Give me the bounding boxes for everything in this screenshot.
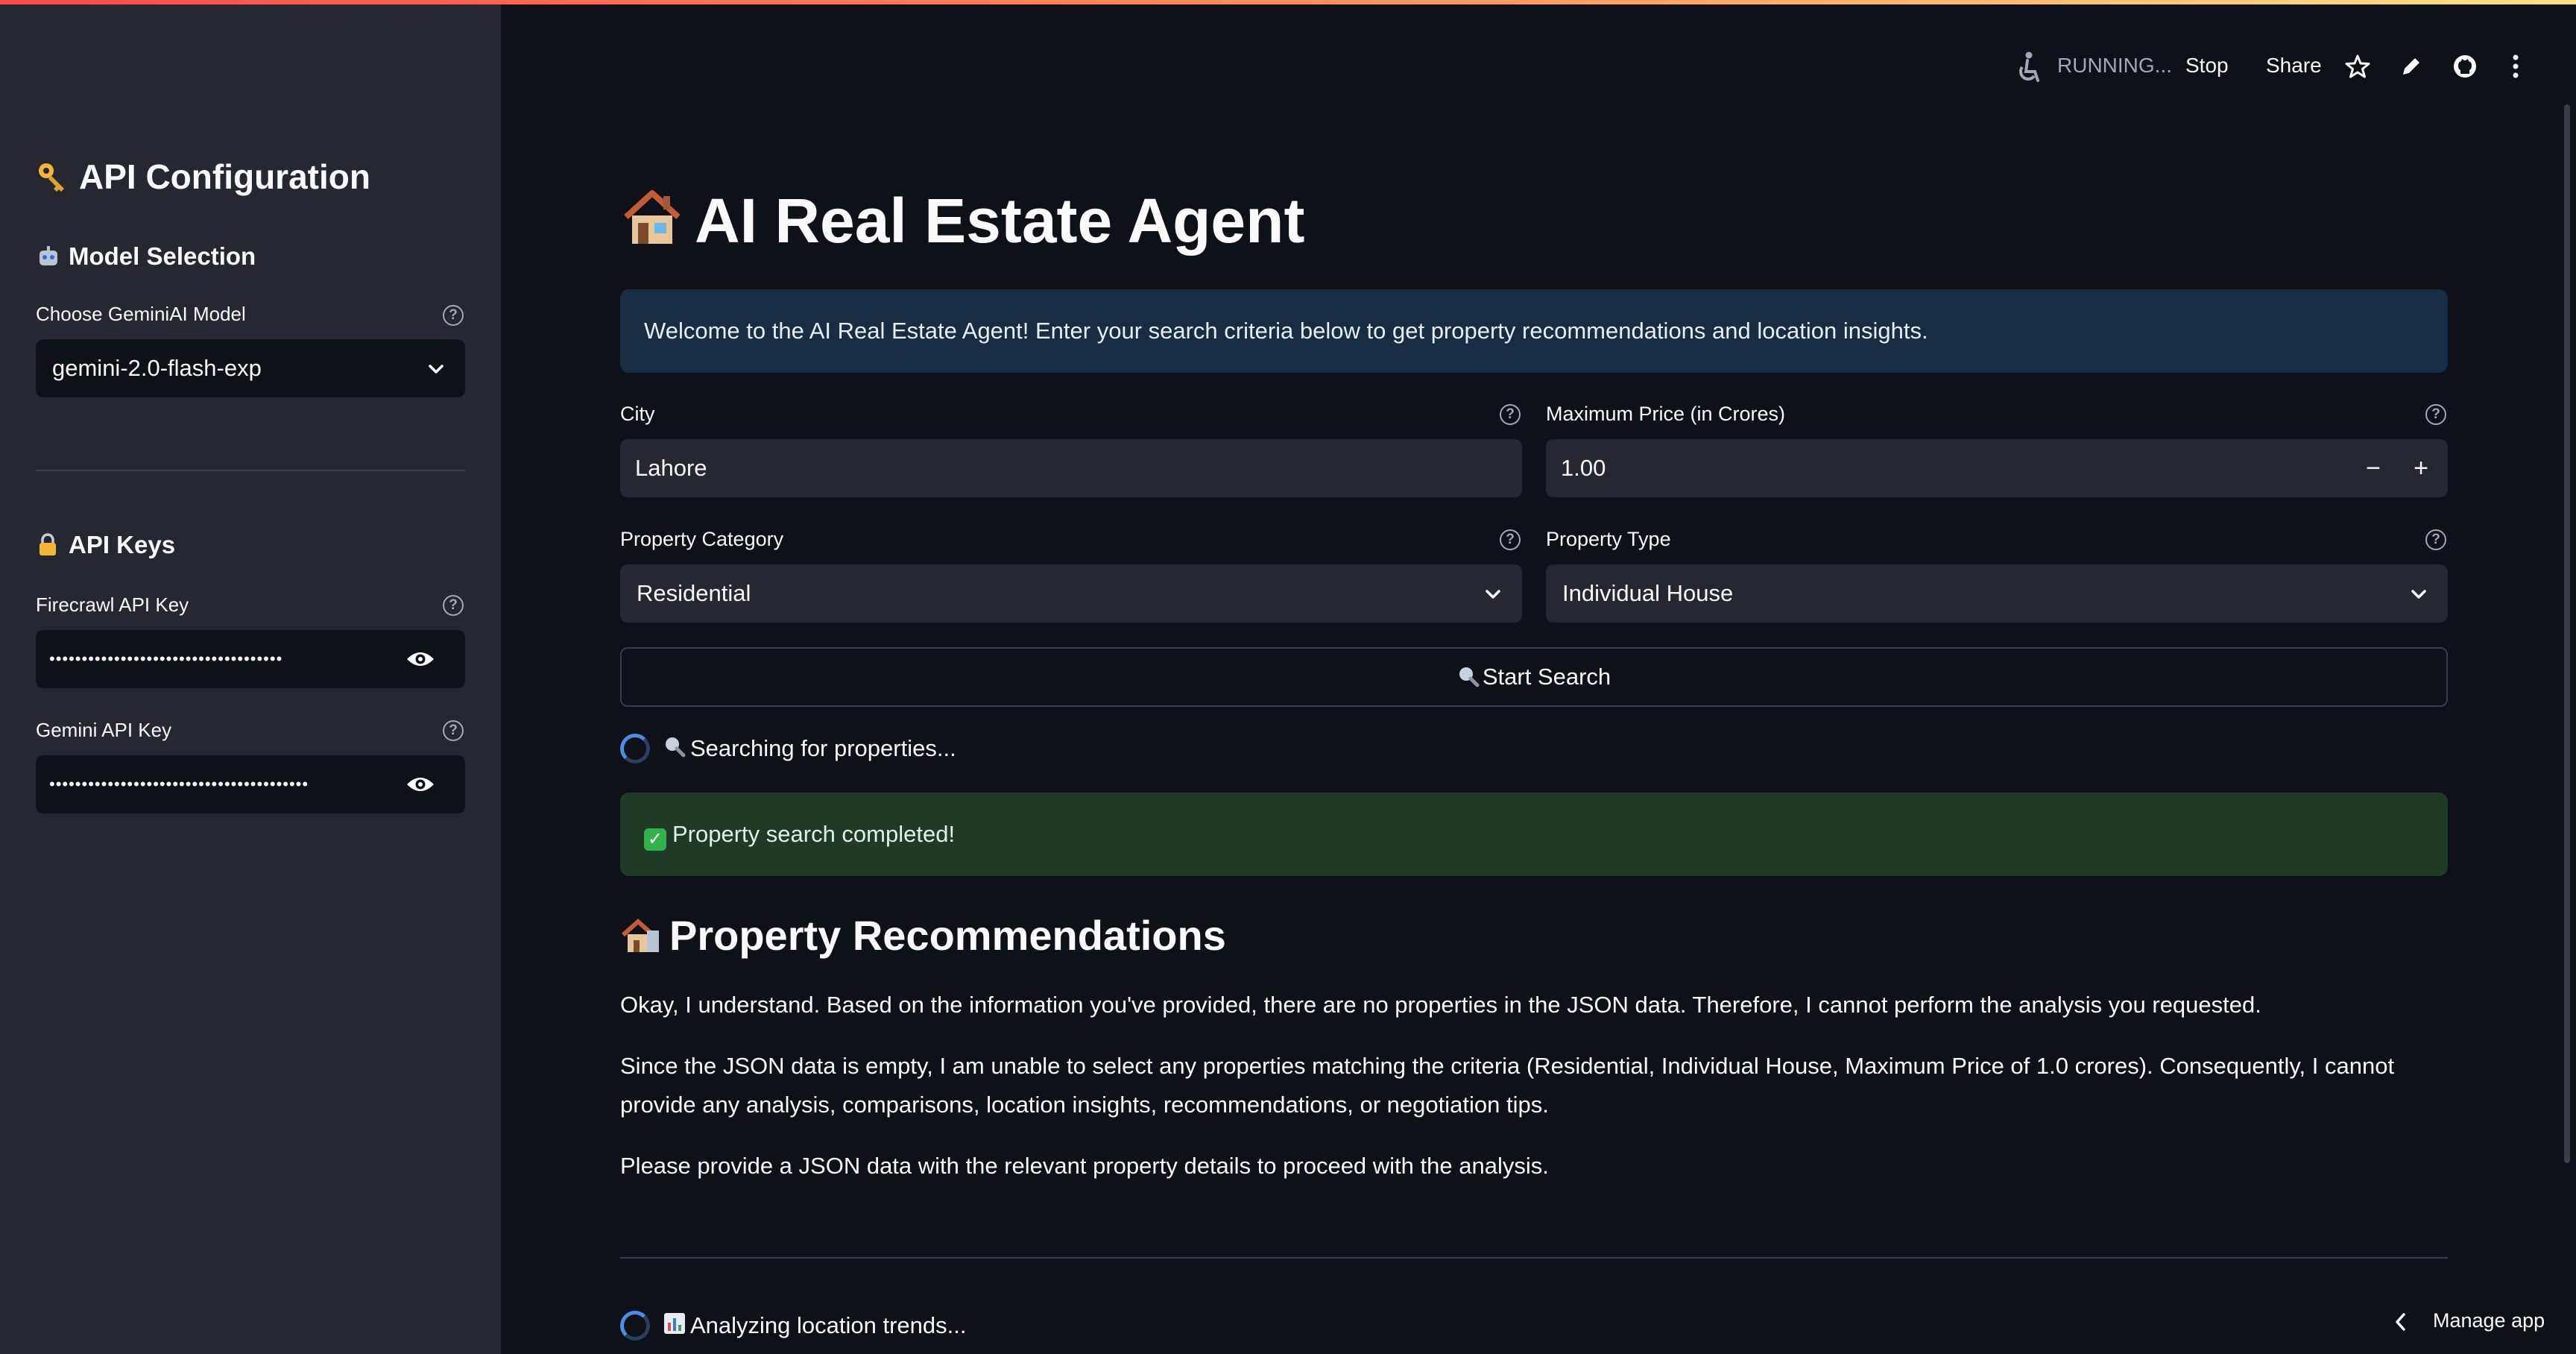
star-icon[interactable] — [2345, 54, 2370, 79]
sidebar: API Configuration Model Selection Choose… — [0, 0, 501, 1354]
max-price-input[interactable]: 1.00 − + — [1546, 439, 2448, 497]
stop-button[interactable]: Stop — [2185, 54, 2229, 78]
page-title: AI Real Estate Agent — [620, 185, 1304, 257]
houses-icon — [621, 918, 659, 952]
model-select[interactable]: gemini-2.0-flash-exp — [36, 339, 465, 397]
property-category-label: Property Category — [620, 528, 784, 550]
recommendations-heading: Property Recommendations — [620, 911, 1226, 960]
magnifier-icon — [666, 737, 686, 758]
recommendation-paragraph: Since the JSON data is empty, I am unabl… — [620, 1053, 2395, 1118]
check-icon: ✓ — [644, 828, 666, 851]
manage-app-button[interactable]: Manage app — [2433, 1309, 2545, 1332]
increment-button[interactable]: + — [2400, 439, 2442, 497]
share-button[interactable]: Share — [2266, 54, 2322, 78]
recommendation-paragraph: Okay, I understand. Based on the informa… — [620, 992, 2261, 1018]
start-search-button[interactable]: Start Search — [620, 647, 2448, 707]
robot-icon — [40, 246, 57, 265]
gemini-label: Gemini API Key — [36, 719, 172, 741]
model-selection-heading: Model Selection — [36, 242, 256, 271]
chevron-down-icon — [1486, 590, 1500, 599]
property-type-select[interactable]: Individual House — [1546, 564, 2448, 623]
accessibility-running-icon — [2019, 51, 2039, 82]
city-label: City — [620, 403, 655, 425]
house-icon — [624, 190, 681, 244]
scrollbar[interactable] — [2564, 104, 2570, 1163]
chevron-left-icon[interactable] — [2393, 1312, 2409, 1332]
property-category-select[interactable]: Residential — [620, 564, 1522, 623]
sidebar-divider — [36, 470, 465, 471]
max-price-label: Maximum Price (in Crores) — [1546, 403, 1786, 425]
decrement-button[interactable]: − — [2352, 439, 2394, 497]
help-icon[interactable]: ? — [443, 305, 464, 326]
analyzing-status: Analyzing location trends... — [663, 1312, 967, 1339]
eye-icon[interactable] — [405, 774, 435, 795]
github-icon[interactable] — [2452, 54, 2478, 79]
chevron-down-icon — [429, 365, 443, 374]
lock-key-icon — [40, 533, 56, 555]
loading-spinner — [620, 1311, 650, 1341]
bar-chart-icon — [664, 1313, 685, 1334]
help-icon[interactable]: ? — [443, 720, 464, 741]
model-label: Choose GeminiAI Model — [36, 303, 246, 325]
city-input[interactable]: Lahore — [620, 439, 1522, 497]
firecrawl-label: Firecrawl API Key — [36, 593, 189, 616]
more-menu-icon[interactable] — [2512, 54, 2519, 79]
welcome-info-box: Welcome to the AI Real Estate Agent! Ent… — [620, 289, 2448, 373]
api-keys-heading: API Keys — [36, 531, 175, 559]
edit-pencil-icon[interactable] — [2400, 55, 2422, 78]
help-icon[interactable]: ? — [443, 595, 464, 616]
section-divider — [620, 1257, 2448, 1259]
sidebar-title: API Configuration — [36, 157, 370, 197]
help-icon[interactable]: ? — [1500, 404, 1521, 425]
success-alert: ✓ Property search completed! — [620, 793, 2448, 876]
top-progress-bar — [0, 0, 2576, 4]
help-icon[interactable]: ? — [1500, 529, 1521, 550]
gemini-key-input[interactable]: •••••••••••••••••••••••••••••••••••••••• — [36, 755, 465, 813]
running-status: RUNNING... — [2057, 54, 2172, 77]
property-type-label: Property Type — [1546, 528, 1671, 550]
help-icon[interactable]: ? — [2425, 529, 2446, 550]
searching-status: Searching for properties... — [663, 735, 956, 762]
magnifier-icon — [1459, 667, 1480, 687]
key-icon — [39, 163, 64, 192]
loading-spinner — [620, 734, 650, 763]
help-icon[interactable]: ? — [2425, 404, 2446, 425]
chevron-down-icon — [2411, 590, 2426, 599]
eye-icon[interactable] — [405, 649, 435, 670]
recommendation-paragraph: Please provide a JSON data with the rele… — [620, 1153, 1549, 1179]
firecrawl-key-input[interactable]: •••••••••••••••••••••••••••••••••••• — [36, 630, 465, 688]
